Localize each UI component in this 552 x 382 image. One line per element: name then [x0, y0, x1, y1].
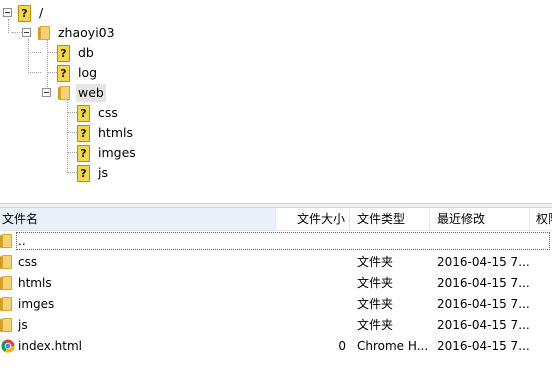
question-mark-icon: ? — [57, 65, 70, 82]
folder-icon — [0, 318, 12, 332]
column-header-filesize[interactable]: 文件大小 — [276, 208, 350, 230]
column-header-permissions[interactable]: 权限 — [530, 208, 552, 230]
tree-connector — [28, 52, 41, 53]
file-row[interactable]: js 文件夹 2016-04-15 7... — [0, 315, 552, 336]
column-header-label: 文件大小 — [296, 212, 345, 226]
file-modified: 2016-04-15 7... — [437, 339, 529, 353]
tree-node-label: js — [98, 165, 108, 180]
column-header-modified[interactable]: 最近修改 — [430, 208, 530, 230]
sort-ascending-icon: ^ — [131, 208, 139, 215]
collapse-zhaoyi03-toggle[interactable] — [22, 28, 31, 37]
column-header-label: 权限 — [536, 212, 552, 226]
file-row[interactable]: htmls 文件夹 2016-04-15 7... — [0, 273, 552, 294]
file-type: 文件夹 — [357, 297, 394, 311]
question-mark-icon: ? — [77, 105, 90, 122]
folder-icon — [38, 26, 50, 40]
question-mark-icon: ? — [18, 5, 31, 22]
folder-icon — [0, 276, 12, 290]
folder-icon — [0, 297, 12, 311]
file-name: index.html — [18, 339, 82, 353]
file-name: js — [18, 318, 28, 332]
file-type: Chrome H... — [357, 339, 429, 353]
file-size: 0 — [338, 339, 346, 353]
tree-node-label: zhaoyi03 — [58, 25, 115, 40]
tree-connector — [8, 19, 9, 33]
tree-connector — [28, 72, 41, 73]
file-size — [276, 273, 346, 294]
question-mark-icon: ? — [77, 165, 90, 182]
tree-node-label: db — [78, 45, 94, 60]
question-mark-icon: ? — [77, 125, 90, 142]
file-modified: 2016-04-15 7... — [437, 276, 529, 290]
tree-connector — [67, 172, 77, 173]
file-row[interactable]: css 文件夹 2016-04-15 7... — [0, 252, 552, 273]
column-header-label: 最近修改 — [437, 212, 486, 226]
tree-connector — [12, 32, 22, 33]
tree-node-label: css — [98, 105, 118, 120]
file-type: 文件夹 — [357, 255, 394, 269]
file-name: css — [18, 255, 38, 269]
column-header-filetype[interactable]: 文件类型 — [350, 208, 430, 230]
file-modified: 2016-04-15 7... — [437, 297, 529, 311]
tree-connector — [67, 152, 77, 153]
tree-node-label: htmls — [98, 125, 133, 140]
question-mark-icon: ? — [77, 145, 90, 162]
column-header-bar: 文件名 ^ 文件大小 文件类型 最近修改 权限 — [0, 208, 552, 231]
tree-node-label: imges — [98, 145, 136, 160]
file-row[interactable]: index.html 0 Chrome H... 2016-04-15 7... — [0, 336, 552, 357]
folder-icon — [0, 255, 12, 269]
file-row-parent[interactable]: .. — [0, 231, 552, 252]
file-type: 文件夹 — [357, 276, 394, 290]
collapse-web-toggle[interactable] — [42, 88, 51, 97]
chrome-icon — [1, 339, 15, 353]
tree-node-label: log — [78, 65, 98, 80]
file-modified: 2016-04-15 7... — [437, 318, 529, 332]
tree-connector — [28, 39, 29, 73]
file-name: .. — [18, 234, 26, 248]
folder-icon — [0, 234, 12, 248]
tree-connector — [67, 99, 68, 173]
column-header-label: 文件名 — [2, 212, 39, 226]
file-name: htmls — [18, 276, 52, 290]
file-size — [276, 252, 346, 273]
remote-file-list[interactable]: 文件名 ^ 文件大小 文件类型 最近修改 权限 .. css 文件夹 2016-… — [0, 208, 552, 382]
remote-directory-tree[interactable]: ? / zhaoyi03 ? db ? log web ? css ? html… — [0, 0, 552, 203]
tree-node-label: web — [76, 84, 106, 102]
file-size — [276, 294, 346, 315]
column-header-label: 文件类型 — [357, 212, 406, 226]
file-type: 文件夹 — [357, 318, 394, 332]
question-mark-icon: ? — [57, 45, 70, 62]
file-modified: 2016-04-15 7... — [437, 255, 529, 269]
tree-node-label: / — [39, 5, 44, 20]
tree-connector — [47, 39, 48, 93]
file-size — [276, 315, 346, 336]
tree-connector — [67, 112, 77, 113]
file-row[interactable]: imges 文件夹 2016-04-15 7... — [0, 294, 552, 315]
tree-connector — [67, 132, 77, 133]
folder-icon — [58, 86, 70, 100]
collapse-root-toggle[interactable] — [3, 8, 12, 17]
file-name: imges — [18, 297, 55, 311]
